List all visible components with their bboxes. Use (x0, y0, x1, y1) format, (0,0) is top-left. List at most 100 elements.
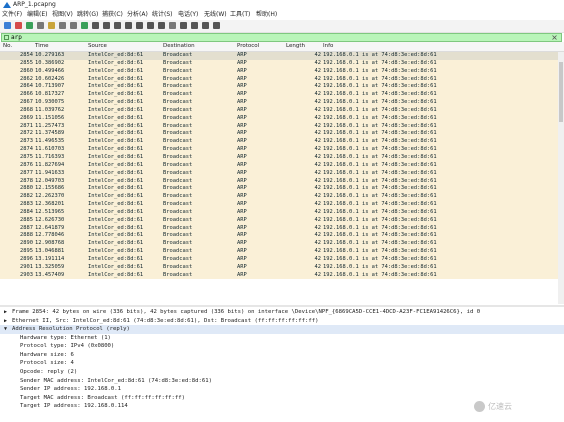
column-header-info[interactable]: Info (323, 42, 333, 51)
expand-arrow-icon[interactable]: ▶ (4, 317, 12, 326)
restart-icon[interactable] (26, 22, 33, 29)
menu-item[interactable]: 跳转(G) (77, 10, 98, 20)
watermark-text: 亿速云 (488, 402, 512, 411)
packet-row[interactable]: 2874 11.610703 IntelCor_ed:8d:61 Broadcast A… (0, 146, 564, 154)
autoscroll-icon[interactable] (158, 22, 165, 29)
cell-info: 192.168.0.1 is at 74:d8:3e:ed:8d:61 (323, 201, 437, 208)
close-file-icon[interactable] (70, 22, 77, 29)
cell-dst: Broadcast (163, 201, 193, 208)
packet-row[interactable]: 2901 13.325059 IntelCor_ed:8d:61 Broadcast A… (0, 263, 564, 272)
packet-row[interactable]: 2895 13.046881 IntelCor_ed:8d:61 Broadcast A… (0, 248, 564, 256)
column-header-protocol[interactable]: Protocol (237, 42, 259, 51)
detail-ethernet[interactable]: ▶ Ethernet II, Src: IntelCor_ed:8d:61 (74… (4, 317, 318, 326)
menu-item[interactable]: 视图(V) (52, 10, 73, 20)
resize-columns-icon[interactable] (213, 22, 220, 29)
zoom-in-icon[interactable] (180, 22, 187, 29)
cell-proto: ARP (237, 59, 247, 66)
packet-row[interactable]: 2885 12.626730 IntelCor_ed:8d:61 Broadcast A… (0, 216, 564, 225)
menu-item[interactable]: 统计(S) (152, 10, 173, 20)
go-forward-icon[interactable] (114, 22, 121, 29)
arp-field[interactable]: Sender MAC address: IntelCor_ed:8d:61 (7… (20, 377, 212, 386)
packet-row[interactable]: 2872 11.374589 IntelCor_ed:8d:61 Broadcast A… (0, 130, 564, 139)
arp-field[interactable]: Sender IP address: 192.168.0.1 (20, 385, 121, 394)
packet-row[interactable]: 2876 11.827694 IntelCor_ed:8d:61 Broadcast A… (0, 161, 564, 170)
arp-field[interactable]: Hardware size: 6 (20, 351, 74, 360)
arp-field[interactable]: Target IP address: 192.168.0.114 (20, 402, 128, 411)
menu-item[interactable]: 编辑(E) (27, 10, 47, 20)
packet-row[interactable]: 2878 12.049703 IntelCor_ed:8d:61 Broadcast A… (0, 177, 564, 186)
arp-field[interactable]: Target MAC address: Broadcast (ff:ff:ff:… (20, 394, 185, 403)
packet-row[interactable]: 2888 12.778046 IntelCor_ed:8d:61 Broadcast A… (0, 232, 564, 241)
packet-row[interactable]: 2868 11.039762 IntelCor_ed:8d:61 Broadcast A… (0, 106, 564, 115)
arp-field[interactable]: Protocol type: IPv4 (0x0800) (20, 342, 114, 351)
display-filter-input[interactable]: arp (11, 34, 22, 42)
packet-row[interactable]: 2896 13.191114 IntelCor_ed:8d:61 Broadcast A… (0, 255, 564, 264)
scrollbar-thumb[interactable] (559, 62, 563, 122)
packet-row[interactable]: 2882 12.262370 IntelCor_ed:8d:61 Broadcast A… (0, 193, 564, 202)
cell-src: IntelCor_ed:8d:61 (88, 169, 144, 176)
column-header-no[interactable]: No. (3, 42, 12, 51)
menu-item[interactable]: 捕获(C) (102, 10, 123, 20)
packet-row[interactable]: 2903 13.457409 IntelCor_ed:8d:61 Broadcast A… (0, 271, 564, 280)
menu-item[interactable]: 分析(A) (127, 10, 148, 20)
packet-row[interactable]: 2854 10.279163 IntelCor_ed:8d:61 Broadcast A… (0, 52, 564, 60)
shark-fin-icon[interactable] (4, 22, 11, 29)
packet-row[interactable]: 2880 12.155686 IntelCor_ed:8d:61 Broadcast A… (0, 185, 564, 194)
go-to-packet-icon[interactable] (125, 22, 132, 29)
packet-row[interactable]: 2883 12.368201 IntelCor_ed:8d:61 Broadcast A… (0, 201, 564, 209)
save-icon[interactable] (59, 22, 66, 29)
expand-arrow-icon[interactable]: ▶ (4, 308, 12, 317)
reload-icon[interactable] (81, 22, 88, 29)
arp-field[interactable]: Hardware type: Ethernet (1) (20, 334, 111, 343)
zoom-out-icon[interactable] (191, 22, 198, 29)
cell-src: IntelCor_ed:8d:61 (88, 255, 144, 262)
packet-row[interactable]: 2877 11.941633 IntelCor_ed:8d:61 Broadcast A… (0, 169, 564, 178)
cell-info: 192.168.0.1 is at 74:d8:3e:ed:8d:61 (323, 91, 437, 98)
packet-row[interactable]: 2873 11.496535 IntelCor_ed:8d:61 Broadcast A… (0, 138, 564, 147)
packet-row[interactable]: 2871 11.257473 IntelCor_ed:8d:61 Broadcast A… (0, 122, 564, 131)
find-icon[interactable] (92, 22, 99, 29)
go-back-icon[interactable] (103, 22, 110, 29)
cell-len: 42 (314, 67, 322, 74)
packet-row[interactable]: 2869 11.151056 IntelCor_ed:8d:61 Broadcast A… (0, 114, 564, 123)
arp-field[interactable]: Protocol size: 4 (20, 359, 74, 368)
column-header-length[interactable]: Length (286, 42, 305, 51)
packet-row[interactable]: 2875 11.716393 IntelCor_ed:8d:61 Broadcast A… (0, 153, 564, 162)
packet-row[interactable]: 2864 10.713907 IntelCor_ed:8d:61 Broadcast A… (0, 83, 564, 92)
menu-item[interactable]: 工具(T) (230, 10, 250, 20)
open-folder-icon[interactable] (48, 22, 55, 29)
menu-item[interactable]: 帮助(H) (256, 10, 277, 20)
display-filter-bar[interactable]: arp (1, 33, 562, 42)
menu-item[interactable]: 文件(F) (2, 10, 22, 20)
packet-row[interactable]: 2890 12.908768 IntelCor_ed:8d:61 Broadcast A… (0, 240, 564, 249)
menu-item[interactable]: 无线(W) (204, 10, 227, 20)
cell-time: 10.713907 (35, 83, 65, 90)
column-header-source[interactable]: Source (88, 42, 107, 51)
collapse-arrow-icon[interactable]: ▼ (4, 325, 12, 334)
filter-bookmark-icon[interactable] (4, 35, 9, 40)
packet-list-scrollbar[interactable] (558, 52, 564, 304)
clear-filter-icon[interactable] (552, 35, 557, 40)
cell-time: 12.513965 (35, 208, 65, 215)
cell-src: IntelCor_ed:8d:61 (88, 114, 144, 121)
options-gear-icon[interactable] (37, 22, 44, 29)
last-packet-icon[interactable] (147, 22, 154, 29)
stop-icon[interactable] (15, 22, 22, 29)
pane-splitter[interactable] (0, 305, 564, 307)
colorize-icon[interactable] (169, 22, 176, 29)
packet-row[interactable]: 2884 12.513965 IntelCor_ed:8d:61 Broadcast A… (0, 208, 564, 217)
packet-row[interactable]: 2862 10.602426 IntelCor_ed:8d:61 Broadcast A… (0, 75, 564, 84)
normal-size-icon[interactable] (202, 22, 209, 29)
packet-row[interactable]: 2855 10.386902 IntelCor_ed:8d:61 Broadcast A… (0, 59, 564, 68)
packet-row[interactable]: 2887 12.641879 IntelCor_ed:8d:61 Broadcast A… (0, 224, 564, 233)
detail-frame[interactable]: ▶ Frame 2854: 42 bytes on wire (336 bits)… (4, 308, 480, 317)
packet-row[interactable]: 2866 10.817327 IntelCor_ed:8d:61 Broadcast A… (0, 91, 564, 100)
detail-arp[interactable]: ▼ Address Resolution Protocol (reply) (0, 325, 564, 334)
arp-field[interactable]: Opcode: reply (2) (20, 368, 77, 377)
packet-row[interactable]: 2860 10.499466 IntelCor_ed:8d:61 Broadcast A… (0, 67, 564, 76)
column-header-destination[interactable]: Destination (163, 42, 195, 51)
packet-row[interactable]: 2867 10.930075 IntelCor_ed:8d:61 Broadcast A… (0, 99, 564, 107)
column-header-time[interactable]: Time (35, 42, 48, 51)
menu-item[interactable]: 电话(Y) (178, 10, 198, 20)
first-packet-icon[interactable] (136, 22, 143, 29)
